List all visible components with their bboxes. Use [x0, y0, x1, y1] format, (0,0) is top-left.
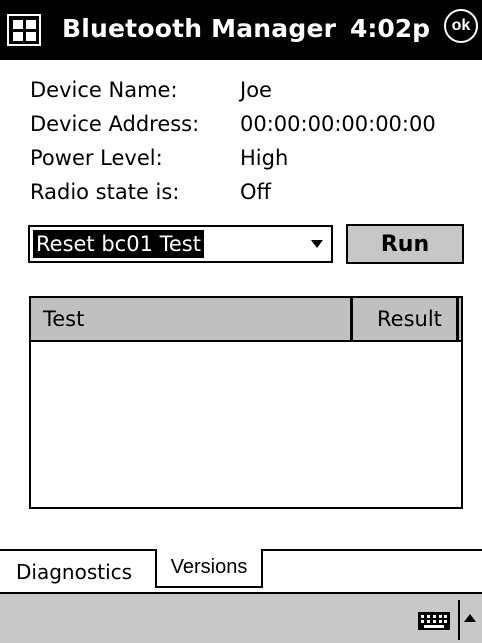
power-level-value: High — [240, 146, 289, 170]
device-address-value: 00:00:00:00:00:00 — [240, 112, 436, 136]
test-select-value: Reset bc01 Test — [33, 230, 204, 258]
app-title: Bluetooth Manager — [62, 14, 337, 43]
radio-state-value: Off — [240, 180, 271, 204]
radio-state-label: Radio state is: — [30, 180, 180, 204]
device-address-label: Device Address: — [30, 112, 200, 136]
command-bar — [0, 592, 482, 643]
list-header: Test Result — [31, 298, 461, 342]
clock[interactable]: 4:02p — [350, 14, 430, 43]
column-header-result[interactable]: Result — [353, 298, 459, 340]
sip-arrow-up-icon[interactable] — [458, 600, 478, 640]
tab-versions[interactable]: Versions — [155, 549, 263, 588]
run-button[interactable]: Run — [346, 224, 464, 264]
ok-button[interactable]: ok — [444, 9, 478, 43]
test-select[interactable]: Reset bc01 Test — [28, 225, 333, 263]
power-level-label: Power Level: — [30, 146, 163, 170]
keyboard-icon[interactable] — [418, 612, 450, 630]
column-header-test[interactable]: Test — [31, 298, 353, 340]
windows-flag-icon[interactable] — [7, 14, 41, 46]
tab-diagnostics[interactable]: Diagnostics — [16, 560, 132, 584]
results-list[interactable]: Test Result — [29, 296, 463, 509]
dropdown-arrow-icon[interactable] — [311, 240, 323, 248]
title-bar: Bluetooth Manager 4:02p ok — [0, 0, 482, 60]
list-body[interactable] — [31, 342, 461, 507]
device-name-label: Device Name: — [30, 78, 178, 102]
device-name-value: Joe — [240, 78, 272, 102]
